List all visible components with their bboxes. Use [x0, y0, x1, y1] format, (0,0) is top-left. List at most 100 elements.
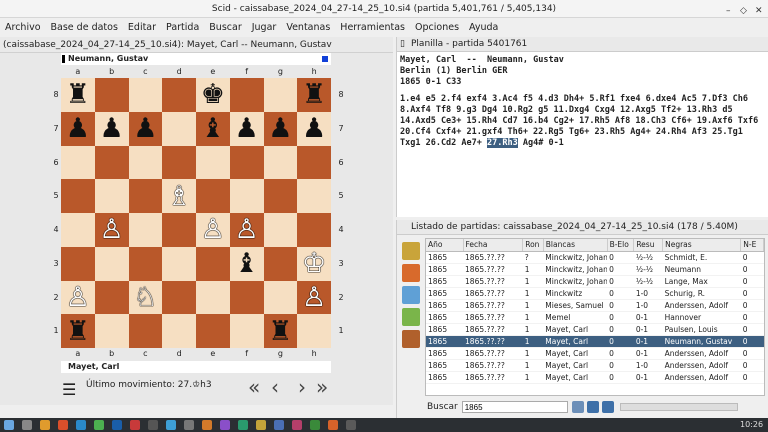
square-b4[interactable]: ♙	[94, 213, 129, 247]
piece[interactable]: ♙	[201, 216, 225, 243]
column-header[interactable]: Blancas	[543, 239, 608, 252]
square-b8[interactable]	[94, 78, 129, 112]
column-header[interactable]: Fecha	[463, 239, 524, 252]
column-header[interactable]: Año	[426, 239, 464, 252]
column-header[interactable]: B-Elo	[607, 239, 635, 252]
square-b7[interactable]: ♟	[94, 111, 129, 146]
app-menu-icon[interactable]	[4, 420, 14, 430]
square-h5[interactable]	[297, 179, 331, 213]
piece[interactable]: ♜	[66, 81, 90, 108]
piece[interactable]: ♗	[167, 183, 191, 210]
app-icon[interactable]	[166, 420, 176, 430]
square-h7[interactable]: ♟	[297, 111, 331, 146]
square-c7[interactable]: ♟	[128, 111, 163, 146]
app-icon[interactable]	[220, 420, 230, 430]
square-d4[interactable]	[162, 213, 196, 247]
square-a2[interactable]: ♙	[61, 280, 95, 315]
square-a5[interactable]	[61, 179, 95, 213]
knight-piece[interactable]: ♘	[133, 284, 157, 311]
piece[interactable]: ♙	[302, 284, 326, 311]
menu-ventanas[interactable]: Ventanas	[281, 22, 335, 33]
column-header[interactable]: Negras	[662, 239, 742, 252]
browser-icon[interactable]	[58, 420, 68, 430]
table-row[interactable]: 1865 1865.??.?? 1 Mayet, Carl 0 0-1 Anderssen,…	[426, 347, 764, 360]
square-e2[interactable]	[196, 280, 230, 315]
square-h6[interactable]	[297, 145, 331, 180]
app-icon[interactable]	[94, 420, 104, 430]
menu-buscar[interactable]: Buscar	[204, 22, 246, 33]
column-header[interactable]: Resu	[633, 239, 664, 252]
piece[interactable]: ♙	[235, 216, 259, 243]
table-row[interactable]: 1865 1865.??.??? Minckwitz, Johann 0 ½-½ Schm…	[426, 251, 764, 264]
square-c3[interactable]	[128, 246, 163, 281]
app-icon[interactable]	[292, 420, 302, 430]
piece[interactable]: ♟	[268, 115, 292, 142]
square-b1[interactable]	[94, 314, 129, 348]
square-g8[interactable]	[263, 78, 298, 112]
piece[interactable]: ♟	[66, 115, 90, 142]
square-a4[interactable]	[61, 213, 95, 247]
square-a8[interactable]: ♜	[61, 78, 95, 112]
column-header[interactable]: N-E	[740, 239, 764, 252]
search-filter-icon[interactable]	[402, 264, 420, 282]
piece[interactable]: ♙	[66, 284, 90, 311]
menu-base-de-datos[interactable]: Base de datos	[46, 22, 123, 33]
piece[interactable]: ♟	[133, 115, 157, 142]
table-row[interactable]: 1865 1865.??.?? 1 Mieses, Samuel 0 1-0 Anderss…	[426, 299, 764, 312]
square-g2[interactable]	[263, 280, 298, 315]
app-icon[interactable]	[238, 420, 248, 430]
square-h8[interactable]: ♜	[297, 78, 331, 112]
square-g5[interactable]	[263, 179, 298, 213]
piece[interactable]: ♚	[201, 81, 225, 108]
table-row[interactable]: 1865 1865.??.?? 1 Mayet, Carl 0 0-1 Anderssen,…	[426, 371, 764, 384]
piece[interactable]: ♜	[302, 81, 326, 108]
piece[interactable]: ♟	[235, 115, 259, 142]
square-a1[interactable]: ♜	[61, 314, 95, 348]
app-icon[interactable]	[130, 420, 140, 430]
square-c4[interactable]	[128, 213, 163, 247]
piece[interactable]: ♙	[100, 216, 124, 243]
square-h4[interactable]	[297, 213, 331, 247]
square-g1[interactable]: ♜	[263, 314, 298, 348]
square-c1[interactable]	[128, 314, 163, 348]
app-icon[interactable]	[202, 420, 212, 430]
app-icon[interactable]	[76, 420, 86, 430]
square-f5[interactable]	[229, 179, 264, 213]
piece[interactable]: ♟	[302, 115, 326, 142]
app-icon[interactable]	[346, 420, 356, 430]
square-f4[interactable]: ♙	[229, 213, 264, 247]
games-table[interactable]: Año Fecha Ron Blancas B-Elo Resu Negras N-E 186…	[425, 238, 765, 396]
piece[interactable]: ♜	[268, 318, 292, 345]
square-d7[interactable]	[162, 111, 196, 146]
table-row[interactable]: 1865 1865.??.?? 1 Mayet, Carl 0 0-1 Neumann, G…	[426, 335, 764, 348]
square-f7[interactable]: ♟	[229, 111, 264, 146]
table-row[interactable]: 1865 1865.??.?? 1 Minckwitz 0 1-0 Schurig, R. 0	[426, 287, 764, 300]
square-d1[interactable]	[162, 314, 196, 348]
menu-jugar[interactable]: Jugar	[247, 22, 282, 33]
pgn-text[interactable]: Mayet, Carl -- Neumann, Gustav Berlin (1…	[397, 52, 768, 152]
columns-icon[interactable]	[402, 286, 420, 304]
menu-partida[interactable]: Partida	[161, 22, 204, 33]
search-icon[interactable]	[571, 401, 584, 413]
square-d2[interactable]	[162, 280, 196, 315]
pgn-black[interactable]: Neumann, Gustav	[487, 55, 564, 65]
pane-grip-icon[interactable]: ▯	[400, 37, 405, 52]
square-g6[interactable]	[263, 145, 298, 180]
piece[interactable]: ♟	[100, 115, 124, 142]
pgn-moves[interactable]: 1.e4 e5 2.f4 exf4 3.Ac4 f5 4.d3 Dh4+ 5.R…	[400, 94, 765, 149]
square-b6[interactable]	[94, 145, 129, 180]
square-e8[interactable]: ♚	[196, 78, 230, 112]
last-move-button[interactable]: »	[316, 375, 328, 399]
pgn-moves-tail[interactable]: Ag4# 0-1	[523, 138, 564, 148]
next-move-button[interactable]: ›	[298, 375, 306, 399]
square-c5[interactable]	[128, 179, 163, 213]
square-f2[interactable]	[229, 280, 264, 315]
table-row[interactable]: 1865 1865.??.?? 1 Minckwitz, Johann 0 ½-½ Neum…	[426, 263, 764, 276]
square-f3[interactable]: ♝	[229, 246, 264, 281]
menu-ayuda[interactable]: Ayuda	[464, 22, 503, 33]
app-icon[interactable]	[256, 420, 266, 430]
table-row[interactable]: 1865 1865.??.?? 1 Mayet, Carl 0 0-1 Paulsen, L…	[426, 323, 764, 336]
square-f8[interactable]	[229, 78, 264, 112]
square-e4[interactable]: ♙	[196, 213, 230, 247]
table-row[interactable]: 1865 1865.??.?? 1 Memel 0 0-1 Hannover 0	[426, 311, 764, 324]
